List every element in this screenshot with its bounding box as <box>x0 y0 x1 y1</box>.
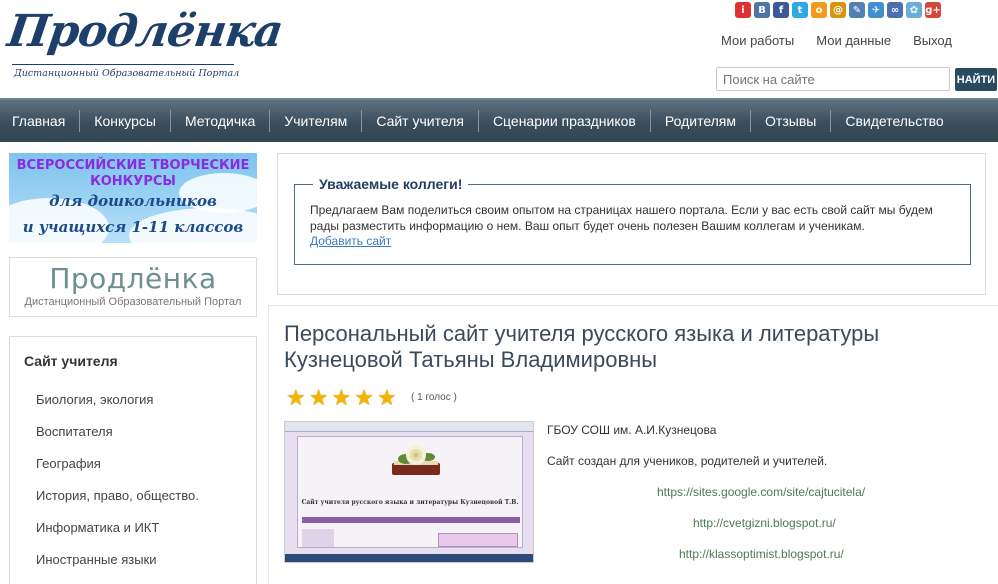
man-icon[interactable]: i <box>735 2 751 18</box>
user-links: Мои работы Мои данные Выход <box>721 33 952 48</box>
star-icon[interactable]: ★ <box>377 387 397 409</box>
mailru-icon[interactable]: @ <box>830 2 846 18</box>
notice-text: Предлагаем Вам поделиться своим опытом н… <box>310 203 933 233</box>
notice-box: Уважаемые коллеги! Предлагаем Вам подели… <box>294 176 971 265</box>
nav-reviews[interactable]: Отзывы <box>751 110 832 132</box>
screenshot-taskbar <box>285 554 533 562</box>
rose-book-image <box>392 445 440 475</box>
nav-teachers[interactable]: Учителям <box>270 110 363 132</box>
search-input[interactable] <box>716 67 950 91</box>
category-menu: Сайт учителя Биология, экология Воспитат… <box>9 336 257 584</box>
banner-line1: ВСЕРОССИЙСКИЕ ТВОРЧЕСКИЕ КОНКУРСЫ <box>16 158 250 189</box>
portal-logo-title: Продлёнка <box>49 262 217 295</box>
klassoptimist-blog-link[interactable]: http://klassoptimist.blogspot.ru/ <box>679 547 844 561</box>
star-icon[interactable]: ★ <box>331 387 351 409</box>
facebook-icon[interactable]: f <box>773 2 789 18</box>
odnoklassniki-icon[interactable]: о <box>811 2 827 18</box>
category-item-history[interactable]: История, право, общество. <box>36 488 199 503</box>
category-item-geography[interactable]: География <box>36 456 101 471</box>
banner-line2: для дошкольников <box>49 192 217 210</box>
nav-contests[interactable]: Конкурсы <box>80 110 171 132</box>
category-title: Сайт учителя <box>24 353 118 369</box>
category-item-languages[interactable]: Иностранные языки <box>36 552 157 567</box>
star-icon[interactable]: ★ <box>354 387 374 409</box>
screenshot-title: Сайт учителя русского языка и литературы… <box>301 499 519 506</box>
search-button[interactable]: НАЙТИ <box>955 68 997 91</box>
category-item-informatics[interactable]: Информатика и ИКТ <box>36 520 159 535</box>
notice-container: Уважаемые коллеги! Предлагаем Вам подели… <box>277 153 986 295</box>
twitter-icon[interactable]: t <box>792 2 808 18</box>
nav-methodics[interactable]: Методичка <box>171 110 271 132</box>
screenshot-menu-bar <box>302 517 520 523</box>
screenshot-browser-bar <box>285 422 533 432</box>
screenshot-sidebar <box>302 529 334 547</box>
main-nav: Главная Конкурсы Методичка Учителям Сайт… <box>0 98 998 142</box>
nav-teacher-site[interactable]: Сайт учителя <box>362 110 479 132</box>
portal-logo-box[interactable]: Продлёнка Дистанционный Образовательный … <box>9 257 257 317</box>
contests-banner[interactable]: ВСЕРОССИЙСКИЕ ТВОРЧЕСКИЕ КОНКУРСЫ для дош… <box>9 153 257 243</box>
banner-line3: и учащихся 1-11 классов <box>22 218 244 236</box>
liveinternet-icon[interactable]: ∞ <box>887 2 903 18</box>
article: Персональный сайт учителя русского языка… <box>268 305 998 584</box>
logo-underline <box>12 64 234 65</box>
notice-title: Уважаемые коллеги! <box>313 176 469 192</box>
vkontakte-icon[interactable]: В <box>754 2 770 18</box>
my-data-link[interactable]: Мои данные <box>816 33 891 48</box>
screenshot-pink-box <box>438 533 518 547</box>
googleplus-icon[interactable]: g+ <box>925 2 941 18</box>
category-item-biology[interactable]: Биология, экология <box>36 392 153 407</box>
nav-holiday-scripts[interactable]: Сценарии праздников <box>479 110 651 132</box>
bookmark-icon[interactable]: ✿ <box>906 2 922 18</box>
category-item-educator[interactable]: Воспитателя <box>36 424 113 439</box>
site-logo[interactable]: Продлёнка Дистанционный Образовательный … <box>4 4 285 82</box>
my-works-link[interactable]: Мои работы <box>721 33 794 48</box>
google-site-link[interactable]: https://sites.google.com/site/cajtucitel… <box>657 485 865 499</box>
star-icon[interactable]: ★ <box>309 387 329 409</box>
screenshot-page: Сайт учителя русского языка и литературы… <box>297 436 523 548</box>
pen-icon[interactable]: ✎ <box>849 2 865 18</box>
logo-title: Продлёнка <box>4 6 286 57</box>
site-screenshot[interactable]: Сайт учителя русского языка и литературы… <box>284 421 534 563</box>
site-description: Сайт создан для учеников, родителей и уч… <box>547 454 828 468</box>
star-icon[interactable]: ★ <box>286 387 306 409</box>
logo-subtitle: Дистанционный Образовательный Портал <box>14 68 240 79</box>
nav-certificate[interactable]: Свидетельство <box>831 110 957 132</box>
vote-count: ( 1 голос ) <box>411 392 457 403</box>
article-title: Персональный сайт учителя русского языка… <box>284 321 880 372</box>
nav-parents[interactable]: Родителям <box>651 110 752 132</box>
school-name: ГБОУ СОШ им. А.И.Кузнецова <box>547 423 717 437</box>
add-site-link[interactable]: Добавить сайт <box>310 234 391 248</box>
rating-stars[interactable]: ★ ★ ★ ★ ★ <box>286 387 397 409</box>
livejournal-icon[interactable]: ✈ <box>868 2 884 18</box>
cvetgizni-blog-link[interactable]: http://cvetgizni.blogspot.ru/ <box>693 516 836 530</box>
logout-link[interactable]: Выход <box>913 33 952 48</box>
social-share-bar: i Вf t о @ ✎ ✈ ∞ ✿ g+ <box>735 2 941 18</box>
portal-logo-subtitle: Дистанционный Образовательный Портал <box>24 296 242 308</box>
nav-home[interactable]: Главная <box>0 110 81 132</box>
